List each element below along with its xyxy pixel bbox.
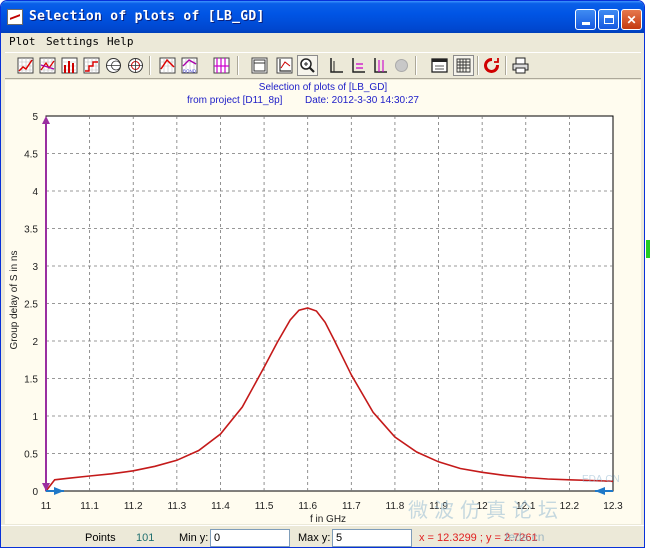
bar-plot-button[interactable] bbox=[59, 55, 80, 76]
print-button[interactable] bbox=[510, 55, 531, 76]
y-tick-label: 3.5 bbox=[24, 225, 38, 236]
minimize-button[interactable] bbox=[575, 9, 596, 30]
axis-marker-icon bbox=[352, 58, 365, 73]
group-delay-chart[interactable]: 11 11.1 11.2 11.3 11.4 11.5 11.6 11.7 11.8 11.9 12… bbox=[5, 80, 641, 524]
disabled-circle-button[interactable] bbox=[391, 55, 412, 76]
x-tick-label: 11.2 bbox=[124, 501, 143, 512]
x-tick-label: 11.7 bbox=[342, 501, 361, 512]
maximize-icon bbox=[603, 15, 614, 24]
x-tick-label: 12.2 bbox=[560, 501, 580, 512]
grid-icon bbox=[456, 58, 471, 73]
red-plot-button[interactable] bbox=[157, 55, 178, 76]
print-icon bbox=[512, 57, 529, 74]
minimize-icon bbox=[581, 22, 590, 25]
y-tick-label: 4 bbox=[32, 187, 38, 198]
points-value: 101 bbox=[136, 532, 155, 544]
x-tick-label: 11.1 bbox=[80, 501, 99, 512]
x-tick-label: 11.6 bbox=[298, 501, 317, 512]
magenta-plot-icon bbox=[213, 57, 230, 74]
menu-plot[interactable]: Plot bbox=[9, 35, 36, 48]
title-bar[interactable]: Selection of plots of [LB_GD] ✕ bbox=[1, 1, 644, 33]
axis-scale-icon bbox=[276, 57, 293, 74]
cursor-coordinates: x = 12.3299 ; y = 2.7261 bbox=[419, 532, 538, 544]
plot-window-icon[interactable] bbox=[7, 9, 23, 25]
x-tick-label: 11.5 bbox=[255, 501, 274, 512]
y-tick-label: 1 bbox=[32, 412, 38, 423]
axis-marker-button[interactable] bbox=[347, 55, 368, 76]
axis-both-button[interactable] bbox=[369, 55, 390, 76]
cartesian-multi-plot-icon bbox=[39, 57, 56, 74]
x-tick-label: 11.3 bbox=[167, 501, 186, 512]
menu-settings[interactable]: Settings bbox=[46, 35, 99, 48]
cartesian-plot-icon bbox=[17, 57, 34, 74]
y-tick-label: 4.5 bbox=[24, 150, 38, 161]
menu-bar: Plot Settings Help bbox=[1, 33, 644, 51]
bond-label: BOND bbox=[183, 69, 197, 74]
x-tick-label: 12.1 bbox=[516, 501, 536, 512]
axis-left-button[interactable] bbox=[325, 55, 346, 76]
status-bar: Points 101 Min y: Max y: x = 12.3299 ; y… bbox=[1, 525, 644, 547]
disabled-circle-icon bbox=[395, 59, 408, 72]
smith-chart-icon bbox=[106, 58, 121, 73]
x-tick-label: 12.3 bbox=[603, 501, 623, 512]
smith-chart-button[interactable] bbox=[103, 55, 124, 76]
min-y-input[interactable] bbox=[210, 529, 290, 547]
bond-plot-button[interactable]: BOND bbox=[179, 55, 200, 76]
refresh-button[interactable] bbox=[481, 55, 502, 76]
y-tick-label: 2.5 bbox=[24, 300, 38, 311]
stepped-plot-button[interactable] bbox=[81, 55, 102, 76]
x-tick-label: 11.9 bbox=[429, 501, 448, 512]
points-label: Points bbox=[85, 532, 116, 544]
plot-frame-icon bbox=[251, 57, 268, 74]
polar-chart-button[interactable] bbox=[125, 55, 146, 76]
magenta-plot-button[interactable] bbox=[211, 55, 232, 76]
y-tick-label: 0 bbox=[32, 487, 38, 498]
cartesian-plot-button[interactable] bbox=[15, 55, 36, 76]
desktop-edge-marker bbox=[646, 240, 650, 258]
bar-plot-icon bbox=[61, 57, 78, 74]
close-icon: ✕ bbox=[626, 12, 637, 27]
window-icon bbox=[431, 58, 448, 73]
window-title: Selection of plots of [LB_GD] bbox=[29, 9, 265, 24]
plot-window: Selection of plots of [LB_GD] ✕ Plot Set… bbox=[0, 0, 645, 548]
y-axis-label: Group delay of S in ns bbox=[9, 251, 20, 350]
window-button[interactable] bbox=[429, 55, 450, 76]
menu-help[interactable]: Help bbox=[107, 35, 134, 48]
refresh-icon bbox=[484, 58, 499, 73]
axis-scale-button[interactable] bbox=[274, 55, 295, 76]
toolbar: BOND bbox=[5, 52, 641, 79]
stepped-plot-icon bbox=[83, 57, 100, 74]
zoom-icon bbox=[300, 58, 315, 73]
close-button[interactable]: ✕ bbox=[621, 9, 642, 30]
x-tick-label: 11 bbox=[41, 501, 52, 512]
maximize-button[interactable] bbox=[598, 9, 619, 30]
x-tick-label: 11.4 bbox=[211, 501, 230, 512]
x-tick-label: 12 bbox=[477, 501, 489, 512]
x-axis-label: f in GHz bbox=[310, 514, 346, 524]
max-y-input[interactable] bbox=[332, 529, 412, 547]
x-tick-label: 11.8 bbox=[386, 501, 405, 512]
plot-panel: Selection of plots of [LB_GD] from proje… bbox=[5, 80, 641, 524]
red-plot-icon bbox=[159, 57, 176, 74]
y-tick-label: 0.5 bbox=[24, 450, 38, 461]
axis-left-icon bbox=[330, 58, 343, 73]
grid-button[interactable] bbox=[453, 55, 474, 76]
max-y-label: Max y: bbox=[298, 532, 331, 544]
polar-chart-icon bbox=[128, 58, 143, 73]
cartesian-multi-plot-button[interactable] bbox=[37, 55, 58, 76]
y-tick-label: 3 bbox=[32, 262, 38, 273]
y-tick-label: 1.5 bbox=[24, 375, 38, 386]
bond-plot-icon: BOND bbox=[181, 57, 198, 74]
y-tick-label: 2 bbox=[32, 337, 38, 348]
min-y-label: Min y: bbox=[179, 532, 209, 544]
axis-both-icon bbox=[374, 58, 387, 73]
zoom-button[interactable] bbox=[297, 55, 318, 76]
y-tick-label: 5 bbox=[32, 112, 38, 123]
plot-frame-button[interactable] bbox=[249, 55, 270, 76]
